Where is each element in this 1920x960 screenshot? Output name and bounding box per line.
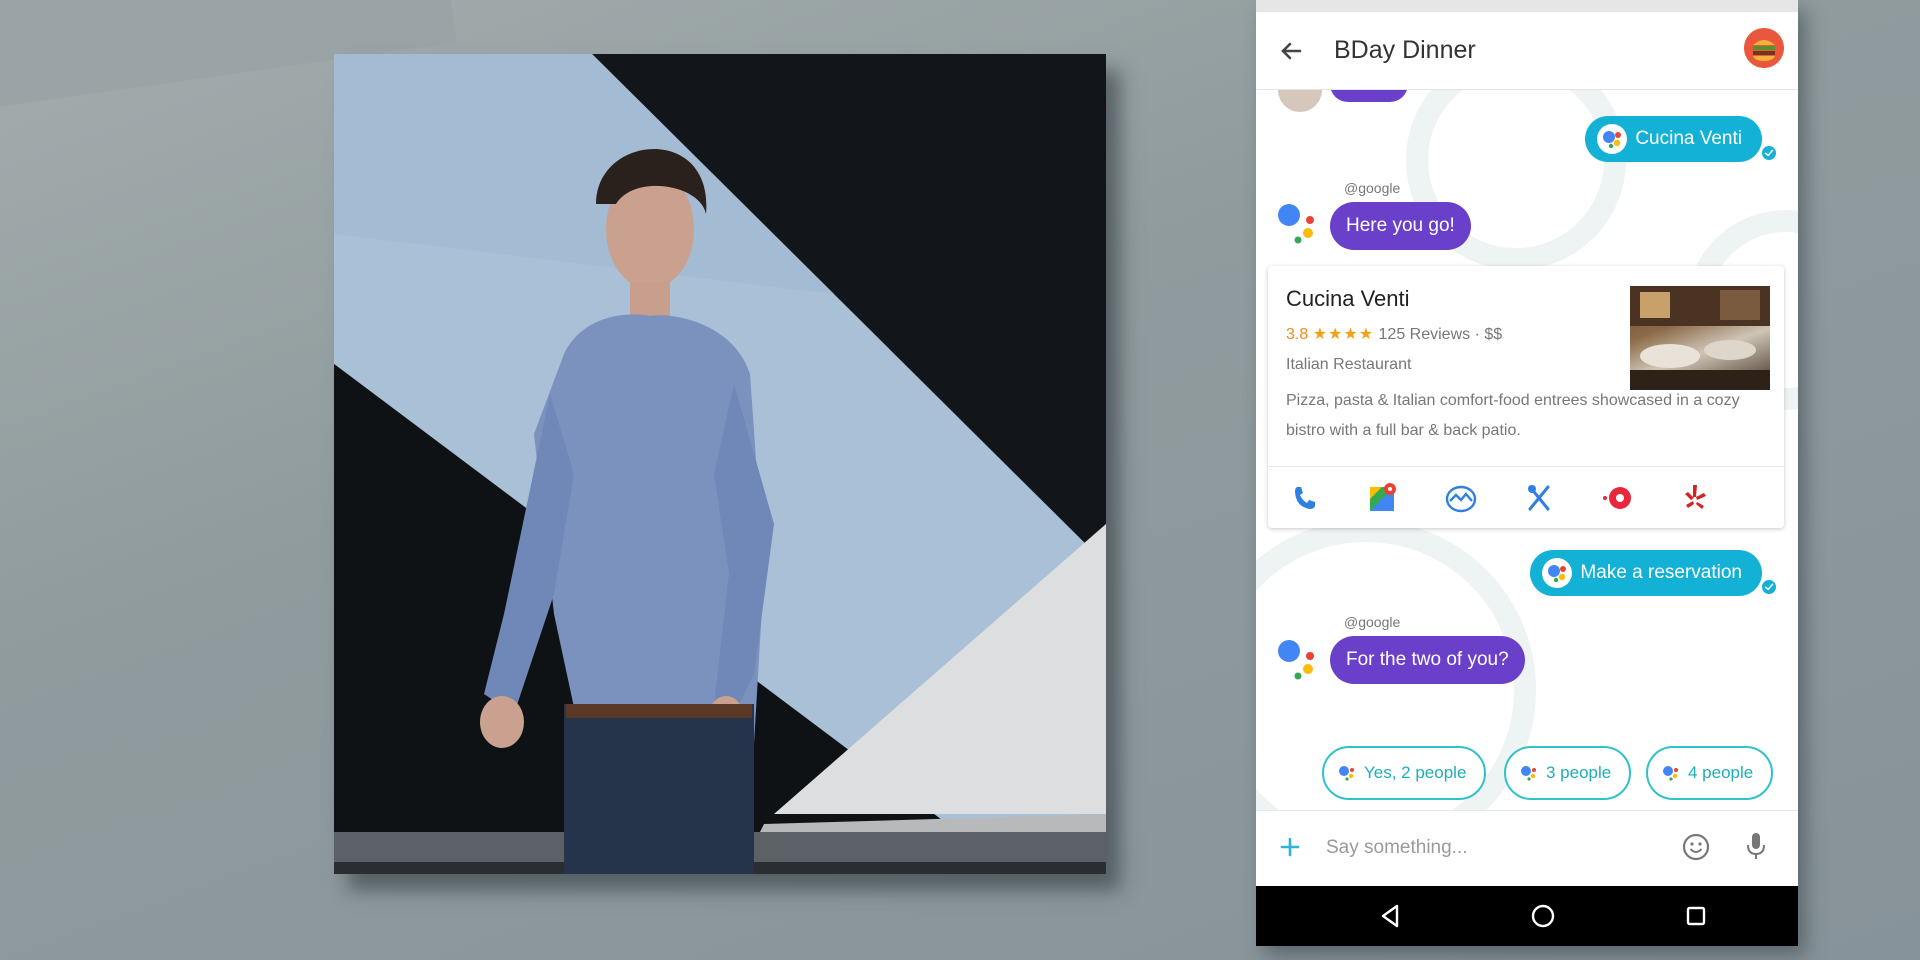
plus-icon[interactable] <box>1276 833 1304 861</box>
microphone-icon[interactable] <box>1742 829 1770 863</box>
phone-screen: BDay Dinner Cucina Venti @google Here yo… <box>1256 0 1798 946</box>
assistant-dots-icon <box>1520 765 1540 781</box>
booking-icon[interactable] <box>1600 481 1634 515</box>
back-arrow-icon[interactable] <box>1276 36 1306 66</box>
read-check-icon <box>1760 144 1778 162</box>
sender-label: @google <box>1344 180 1401 196</box>
place-actions <box>1268 466 1784 528</box>
place-rating: 3.8 ★★★★ 125 Reviews · $$ <box>1286 324 1502 344</box>
group-avatar[interactable] <box>1744 28 1784 68</box>
chat-thread: Cucina Venti @google Here you go! Cucina… <box>1256 90 1798 810</box>
suggestion-chip[interactable]: 3 people <box>1504 746 1632 800</box>
assistant-mini-icon <box>1597 124 1628 154</box>
assistant-mini-icon <box>1542 558 1573 588</box>
place-card[interactable]: Cucina Venti 3.8 ★★★★ 125 Reviews · $$ I… <box>1268 266 1784 528</box>
suggestion-label: 3 people <box>1546 763 1612 782</box>
nav-back-icon[interactable] <box>1374 900 1406 932</box>
message-input[interactable] <box>1326 831 1626 865</box>
chat-title: BDay Dinner <box>1334 36 1476 64</box>
suggestion-label: 4 people <box>1688 763 1754 782</box>
place-photo[interactable] <box>1630 286 1770 390</box>
navigation-bar <box>1256 886 1798 946</box>
place-name: Cucina Venti <box>1286 286 1410 311</box>
read-check-icon <box>1760 578 1778 596</box>
place-category: Italian Restaurant <box>1286 356 1412 373</box>
incoming-message[interactable]: Here you go! <box>1330 202 1471 250</box>
app-bar: BDay Dinner <box>1256 12 1798 90</box>
maps-icon[interactable] <box>1366 481 1400 515</box>
message-bubble-partial <box>1330 90 1408 102</box>
suggestion-chip[interactable]: Yes, 2 people <box>1322 746 1487 800</box>
rating-value: 3.8 <box>1286 326 1309 343</box>
assistant-dots-icon <box>1662 765 1682 781</box>
incoming-message[interactable]: For the two of you? <box>1330 636 1525 684</box>
suggestion-label: Yes, 2 people <box>1364 763 1467 782</box>
menu-icon[interactable] <box>1522 481 1556 515</box>
outgoing-message[interactable]: Cucina Venti <box>1585 116 1762 162</box>
nav-home-icon[interactable] <box>1527 900 1559 932</box>
nav-recents-icon[interactable] <box>1680 900 1712 932</box>
sender-label: @google <box>1344 614 1401 630</box>
google-assistant-icon <box>1278 204 1314 244</box>
status-bar <box>1256 0 1798 12</box>
phone-icon[interactable] <box>1288 481 1322 515</box>
compose-bar <box>1256 810 1798 886</box>
outgoing-message[interactable]: Make a reservation <box>1530 550 1762 596</box>
avatar <box>1278 90 1322 112</box>
assistant-dots-icon <box>1338 765 1358 781</box>
message-text: Make a reservation <box>1580 562 1742 583</box>
stage-video-frame <box>334 54 1106 874</box>
google-assistant-icon <box>1278 640 1314 680</box>
stage-scene <box>334 54 1106 874</box>
review-count: 125 Reviews · $$ <box>1378 326 1503 343</box>
suggestion-chip[interactable]: 4 people <box>1646 746 1774 800</box>
emoji-icon[interactable] <box>1680 831 1712 863</box>
rating-stars: ★★★★ <box>1312 326 1375 343</box>
yelp-icon[interactable] <box>1678 481 1712 515</box>
street-view-icon[interactable] <box>1444 481 1478 515</box>
place-description: Pizza, pasta & Italian comfort-food entr… <box>1286 392 1740 439</box>
message-text: Cucina Venti <box>1635 128 1742 149</box>
